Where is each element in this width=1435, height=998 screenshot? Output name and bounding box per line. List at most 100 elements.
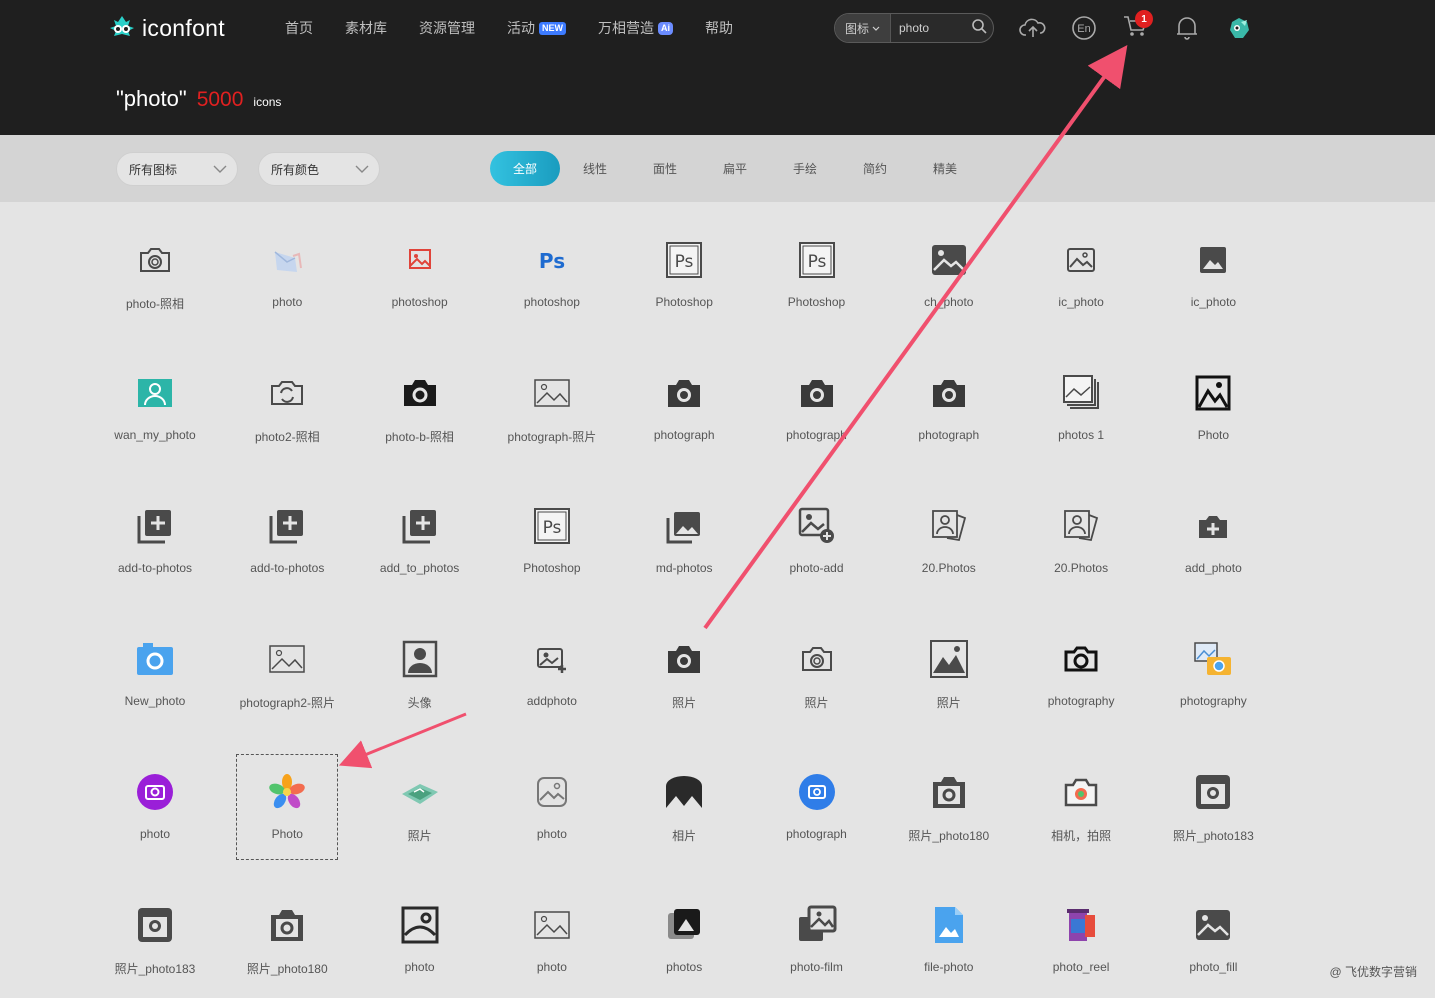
search-button[interactable] bbox=[965, 14, 993, 42]
icon-card[interactable]: photo bbox=[221, 202, 353, 335]
icon-card[interactable]: photo-b-照相 bbox=[354, 335, 486, 468]
icon-card[interactable]: photo-film bbox=[751, 867, 883, 998]
language-icon[interactable]: En bbox=[1070, 14, 1098, 42]
tab-handdrawn[interactable]: 手绘 bbox=[770, 151, 840, 186]
icon-card[interactable]: Ps Photoshop bbox=[618, 202, 750, 335]
icon-card[interactable]: photo_reel bbox=[1015, 867, 1147, 998]
icon-card[interactable]: add-to-photos bbox=[221, 468, 353, 601]
tab-flat[interactable]: 扁平 bbox=[700, 151, 770, 186]
icon-card-label: photograph-照片 bbox=[507, 430, 597, 444]
tab-exquisite[interactable]: 精美 bbox=[910, 151, 980, 186]
icon-card[interactable]: 20.Photos bbox=[883, 468, 1015, 601]
icon-color-dropdown[interactable]: 所有颜色 bbox=[258, 152, 380, 186]
icon-card[interactable]: photo2-照相 bbox=[221, 335, 353, 468]
svg-text:Ps: Ps bbox=[807, 252, 826, 272]
icon-card[interactable]: Photo bbox=[1147, 335, 1279, 468]
icon-card[interactable]: photograph bbox=[883, 335, 1015, 468]
site-logo[interactable]: iconfont bbox=[108, 12, 225, 44]
nav-activity[interactable]: 活动 NEW bbox=[507, 18, 566, 38]
icon-card[interactable]: photo_fill bbox=[1147, 867, 1279, 998]
icon-card-label: 相片 bbox=[672, 829, 697, 843]
icon-card[interactable]: 20.Photos bbox=[1015, 468, 1147, 601]
icon-card[interactable]: 照片 bbox=[354, 734, 486, 867]
icon-card[interactable]: photo bbox=[486, 734, 618, 867]
instagram-like-icon bbox=[1193, 772, 1233, 812]
nav-label: 资源管理 bbox=[419, 20, 475, 36]
icon-card[interactable]: file-photo bbox=[883, 867, 1015, 998]
image-red-icon bbox=[400, 240, 440, 280]
cart-button[interactable]: 1 bbox=[1121, 10, 1153, 42]
icon-card[interactable]: 照片_photo183 bbox=[1147, 734, 1279, 867]
icon-card-label: photo bbox=[272, 295, 303, 309]
tab-filled[interactable]: 面性 bbox=[630, 151, 700, 186]
icon-card[interactable]: photoshop bbox=[354, 202, 486, 335]
user-avatar[interactable] bbox=[1225, 14, 1253, 42]
icon-card[interactable]: photograph bbox=[751, 734, 883, 867]
icon-card[interactable]: 相片 bbox=[618, 734, 750, 867]
icon-card[interactable]: photograph-照片 bbox=[486, 335, 618, 468]
icon-card[interactable]: New_photo bbox=[89, 601, 221, 734]
search-result-summary: "photo" 5000 icons bbox=[116, 86, 281, 112]
cart-count-badge: 1 bbox=[1135, 10, 1153, 28]
icon-card[interactable]: photograph2-照片 bbox=[221, 601, 353, 734]
icon-card[interactable]: wan_my_photo bbox=[89, 335, 221, 468]
icon-card[interactable]: ic_photo bbox=[1147, 202, 1279, 335]
photo-reel-icon bbox=[1061, 905, 1101, 945]
icon-card[interactable]: 照片 bbox=[883, 601, 1015, 734]
search-type-select[interactable]: 图标 bbox=[835, 14, 891, 42]
icon-card[interactable]: photo bbox=[89, 734, 221, 867]
add-image-icon bbox=[532, 639, 572, 679]
icon-card[interactable]: Ps Photoshop bbox=[751, 202, 883, 335]
map-photo-icon bbox=[400, 772, 440, 812]
icon-card[interactable]: photo bbox=[486, 867, 618, 998]
icon-card[interactable]: 相机，拍照 bbox=[1015, 734, 1147, 867]
nav-label: 活动 bbox=[507, 20, 535, 36]
search-input[interactable] bbox=[891, 21, 965, 35]
icon-card-label: photo-add bbox=[789, 561, 844, 575]
icon-card[interactable]: 照片_photo180 bbox=[221, 867, 353, 998]
icon-card-label: addphoto bbox=[526, 694, 577, 708]
tab-all[interactable]: 全部 bbox=[490, 151, 560, 186]
icon-card[interactable]: photos bbox=[618, 867, 750, 998]
icon-card[interactable]: photography bbox=[1147, 601, 1279, 734]
icon-card[interactable]: 头像 bbox=[354, 601, 486, 734]
icon-card[interactable]: md-photos bbox=[618, 468, 750, 601]
icon-card[interactable]: photo-add bbox=[751, 468, 883, 601]
icon-card[interactable]: Ps photoshop bbox=[486, 202, 618, 335]
icon-card[interactable]: 照片_photo180 bbox=[883, 734, 1015, 867]
icon-card-label: photography bbox=[1180, 694, 1247, 708]
icon-card[interactable]: ch_photo bbox=[883, 202, 1015, 335]
tab-linear[interactable]: 线性 bbox=[560, 151, 630, 186]
icon-card[interactable]: addphoto bbox=[486, 601, 618, 734]
icon-card[interactable]: photo bbox=[354, 867, 486, 998]
upload-icon[interactable] bbox=[1019, 14, 1047, 42]
icon-card[interactable]: photograph bbox=[751, 335, 883, 468]
nav-help[interactable]: 帮助 bbox=[705, 18, 733, 38]
icon-card-label: add-to-photos bbox=[117, 561, 193, 575]
icon-card[interactable]: 照片 bbox=[751, 601, 883, 734]
nav-resource-management[interactable]: 资源管理 bbox=[419, 18, 475, 38]
icon-type-dropdown[interactable]: 所有图标 bbox=[116, 152, 238, 186]
camera-color-lens-icon bbox=[1061, 772, 1101, 812]
icon-card[interactable]: photos 1 bbox=[1015, 335, 1147, 468]
icon-card[interactable]: add_photo bbox=[1147, 468, 1279, 601]
camera-purple-circle-icon bbox=[135, 772, 175, 812]
bell-icon[interactable] bbox=[1173, 14, 1201, 42]
nav-ai-create[interactable]: 万相营造 Ai bbox=[598, 18, 673, 38]
icon-card[interactable]: add_to_photos bbox=[354, 468, 486, 601]
icon-card[interactable]: photo-照相 bbox=[89, 202, 221, 335]
icon-card[interactable]: Ps Photoshop bbox=[486, 468, 618, 601]
ps-outline-icon: Ps bbox=[664, 240, 704, 280]
icon-card[interactable]: ic_photo bbox=[1015, 202, 1147, 335]
icon-card-label: photo bbox=[404, 960, 435, 974]
nav-library[interactable]: 素材库 bbox=[345, 18, 387, 38]
icon-card[interactable]: 照片_photo183 bbox=[89, 867, 221, 998]
icon-card[interactable]: photograph bbox=[618, 335, 750, 468]
icon-card[interactable]: add-to-photos bbox=[89, 468, 221, 601]
icon-card-label: photo bbox=[536, 827, 567, 841]
image-outline-icon bbox=[1061, 240, 1101, 280]
nav-home[interactable]: 首页 bbox=[285, 18, 313, 38]
icon-card[interactable]: 照片 bbox=[618, 601, 750, 734]
tab-simple[interactable]: 简约 bbox=[840, 151, 910, 186]
icon-card[interactable]: photography bbox=[1015, 601, 1147, 734]
